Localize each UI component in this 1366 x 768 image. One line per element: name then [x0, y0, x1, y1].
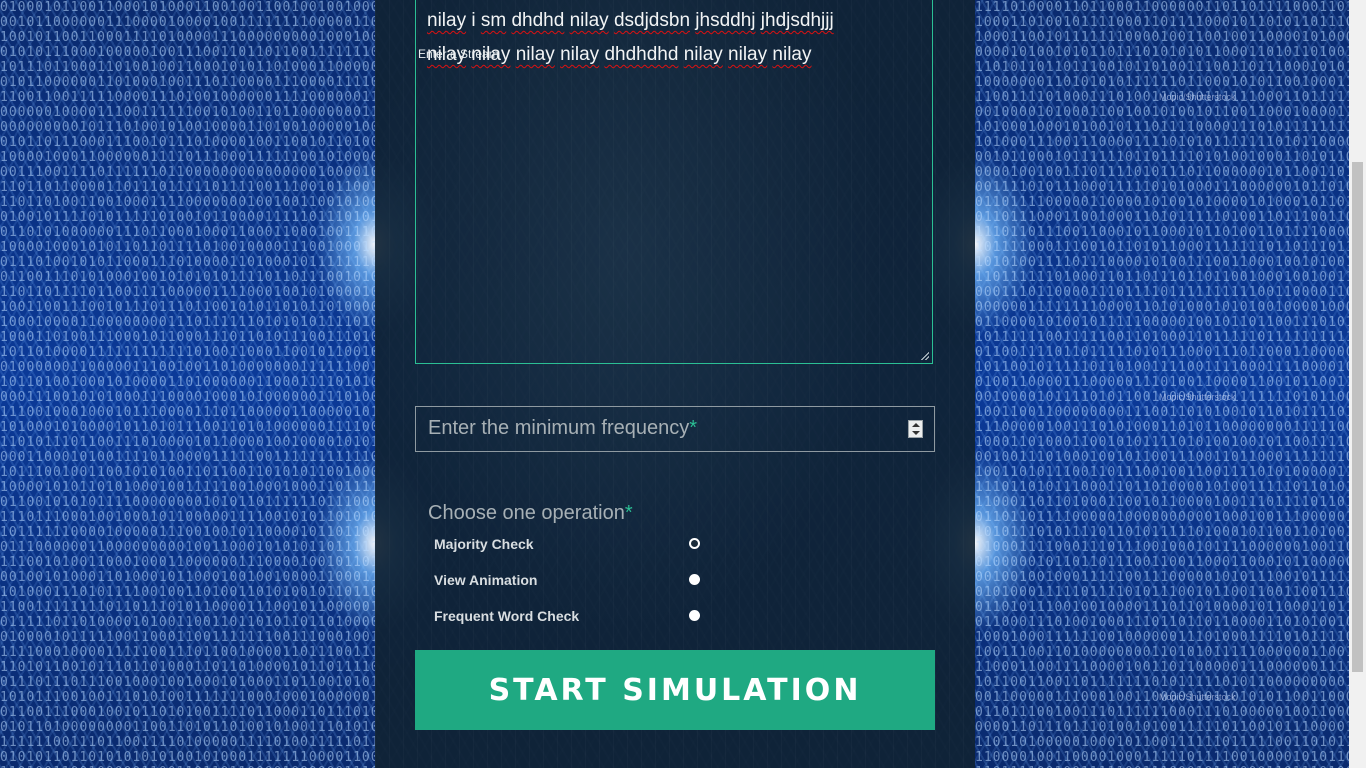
word: nilay [683, 44, 723, 65]
stream-text-line: nilay nilay nilay nilay dhdhdhd nilay ni… [427, 38, 917, 72]
word: nilay [515, 44, 555, 65]
operation-option-majority-check[interactable]: Majority Check [434, 536, 734, 556]
word: nilay [772, 44, 812, 65]
radio-button[interactable] [689, 538, 700, 549]
radio-button[interactable] [689, 610, 700, 621]
stream-text-line: nilay i sm dhdhd nilay dsdjdsbn jhsddhj … [427, 4, 917, 38]
option-label: Majority Check [434, 536, 534, 552]
radio-button[interactable] [689, 574, 700, 585]
option-label: View Animation [434, 572, 538, 588]
spin-up-icon[interactable] [912, 423, 920, 427]
operation-option-frequent-word-check[interactable]: Frequent Word Check [434, 608, 734, 628]
word: dsdjdsbn [613, 10, 691, 31]
form-panel: nilay i sm dhdhd nilay dsdjdsbn jhsddhj … [375, 0, 975, 768]
word: nilay [728, 44, 768, 65]
binary-pattern-left: 0100010110011000101000110010011001001001… [0, 0, 375, 768]
word: dhdhd [511, 10, 565, 31]
watermark: Mopic/Shutterstock [1159, 692, 1236, 702]
required-asterisk: * [624, 502, 633, 524]
stream-textarea[interactable]: nilay i sm dhdhd nilay dsdjdsbn jhsddhj … [415, 0, 933, 364]
word: jhsddhj [695, 10, 756, 31]
start-simulation-button[interactable]: START SIMULATION [415, 650, 935, 730]
option-label: Frequent Word Check [434, 608, 580, 624]
spin-down-icon[interactable] [912, 431, 920, 435]
operation-option-view-animation[interactable]: View Animation [434, 572, 734, 592]
scrollbar-thumb[interactable] [1352, 162, 1363, 672]
word: nilay [427, 10, 467, 31]
required-asterisk: * [689, 417, 698, 439]
word: jhdjsdhjjj [760, 10, 834, 31]
watermark: Mopic/Shutterstock [1159, 392, 1236, 402]
word: dhdhdhd [604, 44, 679, 65]
word: i [466, 10, 481, 31]
word: sm [480, 10, 507, 31]
watermark: Mopic/Shutterstock [1159, 92, 1236, 102]
min-frequency-input[interactable]: Enter the minimum frequency* [415, 406, 935, 452]
operation-title: Choose one operation* [428, 502, 633, 524]
stream-text[interactable]: nilay i sm dhdhd nilay dsdjdsbn jhsddhj … [427, 4, 917, 72]
word: nilay [569, 10, 609, 31]
stream-label: Enter a Stream [418, 47, 499, 61]
min-frequency-placeholder: Enter the minimum frequency* [428, 417, 698, 439]
word: nilay [560, 44, 600, 65]
number-spinner[interactable] [908, 420, 923, 438]
binary-pattern-right: 1111010000110110001100000011011011110001… [975, 0, 1366, 768]
resize-handle-icon[interactable] [921, 352, 929, 360]
